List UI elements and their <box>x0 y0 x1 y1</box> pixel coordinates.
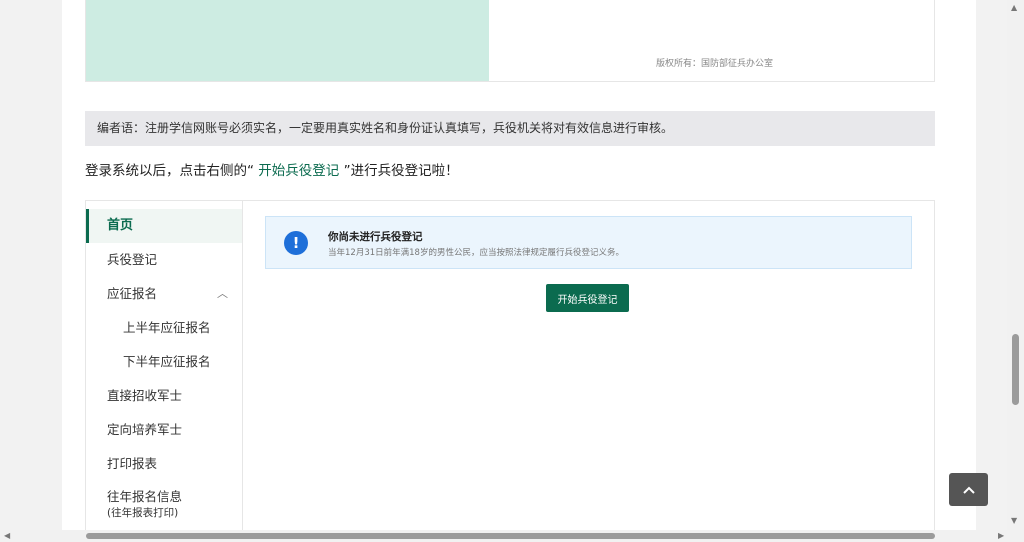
instruction-highlight: 开始兵役登记 <box>254 163 344 179</box>
start-registration-button[interactable]: 开始兵役登记 <box>546 284 629 312</box>
vertical-scrollbar[interactable]: ▲ ▼ <box>1007 0 1024 530</box>
chevron-up-icon: ︿ <box>217 287 228 300</box>
preview-banner <box>86 0 489 81</box>
chevron-up-icon <box>962 486 975 494</box>
main-content: ! 你尚未进行兵役登记 当年12月31日前年满18岁的男性公民，应当按照法律规定… <box>243 201 934 530</box>
exclamation-icon: ! <box>284 231 308 255</box>
sidebar-item-print-report[interactable]: 打印报表 <box>86 447 242 481</box>
sidebar-item-directed-training-sergeant[interactable]: 定向培养军士 <box>86 413 242 447</box>
sidebar-item-direct-recruit-sergeant[interactable]: 直接招收军士 <box>86 379 242 413</box>
vertical-scrollbar-thumb[interactable] <box>1012 334 1019 405</box>
sidebar-item-second-half-signup[interactable]: 下半年应征报名 <box>86 345 242 379</box>
sidebar-item-conscription-signup[interactable]: 应征报名 ︿ <box>86 277 242 311</box>
sidebar-item-first-half-signup[interactable]: 上半年应征报名 <box>86 311 242 345</box>
scroll-right-arrow-icon[interactable]: ▶ <box>998 531 1004 540</box>
info-alert: ! 你尚未进行兵役登记 当年12月31日前年满18岁的男性公民，应当按照法律规定… <box>265 216 912 269</box>
alert-title: 你尚未进行兵役登记 <box>328 231 423 243</box>
horizontal-scrollbar[interactable]: ◀ ▶ <box>0 530 1024 542</box>
alert-description: 当年12月31日前年满18岁的男性公民，应当按照法律规定履行兵役登记义务。 <box>328 248 624 258</box>
copyright-text: 版权所有：国防部征兵办公室 <box>656 59 774 69</box>
registration-app-frame: 首页 兵役登记 应征报名 ︿ 上半年应征报名 下半年应征报名 直接招收军士 定向培… <box>85 200 935 530</box>
sidebar: 首页 兵役登记 应征报名 ︿ 上半年应征报名 下半年应征报名 直接招收军士 定向培… <box>86 201 243 530</box>
editor-note: 编者语：注册学信网账号必须实名，一定要用真实姓名和身份证认真填写，兵役机关将对有… <box>85 111 935 146</box>
sidebar-item-military-registration[interactable]: 兵役登记 <box>86 243 242 277</box>
sidebar-item-home[interactable]: 首页 <box>86 209 242 243</box>
scroll-up-arrow-icon[interactable]: ▲ <box>1011 3 1017 12</box>
screenshot-preview: 版权所有：国防部征兵办公室 <box>85 0 935 82</box>
scroll-down-arrow-icon[interactable]: ▼ <box>1011 516 1017 525</box>
instruction-text: 登录系统以后，点击右侧的“ 开始兵役登记 ”进行兵役登记啦！ <box>85 163 459 179</box>
page: 版权所有：国防部征兵办公室 编者语：注册学信网账号必须实名，一定要用真实姓名和身… <box>62 0 976 530</box>
back-to-top-button[interactable] <box>949 473 988 506</box>
horizontal-scrollbar-thumb[interactable] <box>86 533 935 539</box>
scroll-left-arrow-icon[interactable]: ◀ <box>4 531 10 540</box>
sidebar-item-past-signups[interactable]: 往年报名信息 (往年报表打印) <box>86 481 242 527</box>
